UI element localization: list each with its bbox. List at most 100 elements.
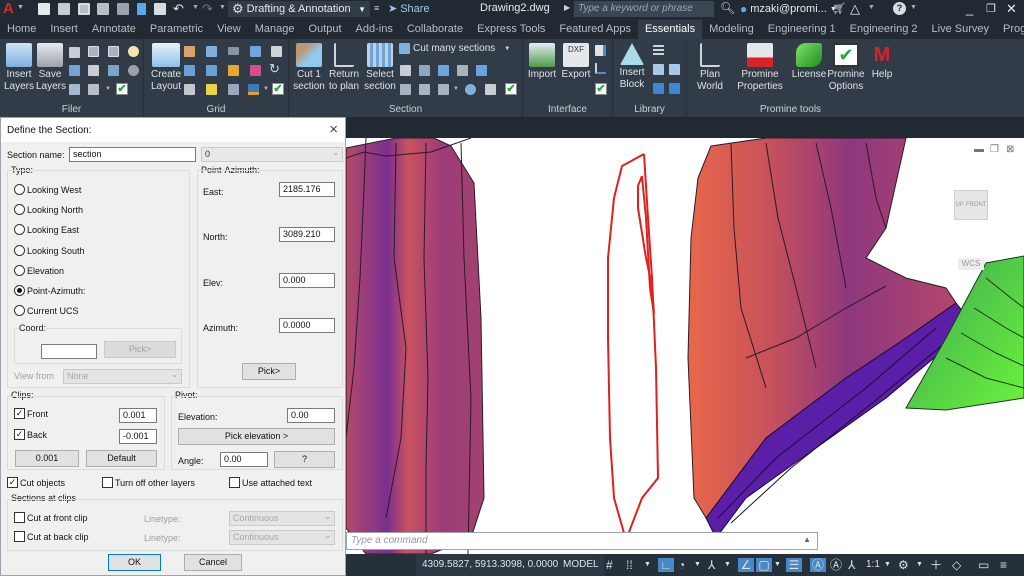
default-button[interactable]: Default xyxy=(86,450,157,467)
open-folder-icon[interactable] xyxy=(69,47,80,58)
front-clip-input[interactable]: 0.001 xyxy=(119,408,157,423)
tab-home[interactable]: Home xyxy=(0,20,43,39)
object-snap-tracking-icon[interactable]: ∠ xyxy=(738,558,754,572)
interface-tool-icon[interactable] xyxy=(595,63,606,74)
save-as-icon[interactable] xyxy=(97,3,109,15)
front-checkbox[interactable]: ✓ Front xyxy=(14,408,48,419)
cut-at-back-clip-checkbox[interactable]: Cut at back clip xyxy=(14,531,89,542)
help-icon[interactable]: ? xyxy=(893,2,906,15)
promine-properties-button[interactable]: Promine Properties xyxy=(735,43,785,93)
plan-world-button[interactable]: Plan World xyxy=(693,43,727,93)
coord-input[interactable] xyxy=(41,344,97,359)
radio-elevation[interactable]: Elevation xyxy=(14,265,64,276)
check-icon[interactable]: ✔ xyxy=(505,83,517,95)
cancel-button[interactable]: Cancel xyxy=(184,554,242,571)
ucs-menu[interactable]: WCS xyxy=(958,258,984,270)
refresh-icon[interactable]: ↻ xyxy=(269,61,280,77)
section-tool-icon[interactable] xyxy=(438,84,449,95)
cut-1-section-button[interactable]: Cut 1 section xyxy=(291,43,327,93)
view-from-select[interactable]: None ⌄ xyxy=(63,369,182,384)
angle-input[interactable]: 0.00 xyxy=(220,452,268,467)
library-tool-icon[interactable] xyxy=(653,83,664,94)
north-input[interactable]: 3089.210 xyxy=(279,227,335,242)
section-list-icon[interactable] xyxy=(485,84,496,95)
gear-icon[interactable]: ⚙ xyxy=(898,558,909,572)
layer-copy-icon[interactable] xyxy=(69,65,80,76)
pivot-elevation-input[interactable]: 0.00 xyxy=(287,408,335,423)
chevron-down-icon[interactable]: ▼ xyxy=(916,558,923,572)
tab-parametric[interactable]: Parametric xyxy=(143,20,210,39)
chevron-down-icon[interactable]: ▼ xyxy=(694,558,701,572)
pick-elevation-button[interactable]: Pick elevation > xyxy=(178,428,335,445)
library-tool-icon[interactable] xyxy=(653,64,664,75)
tab-insert[interactable]: Insert xyxy=(43,20,85,39)
chevron-down-icon[interactable]: ▼ xyxy=(884,558,891,572)
autodesk-app-store-icon[interactable]: △ xyxy=(850,1,860,17)
select-section-button[interactable]: Select section xyxy=(362,43,398,93)
viewcube-up-face[interactable]: UP xyxy=(955,202,963,208)
close-icon[interactable]: × xyxy=(329,121,338,138)
turn-off-other-layers-checkbox[interactable]: Turn off other layers xyxy=(102,477,195,488)
cut-at-front-clip-checkbox[interactable]: Cut at front clip xyxy=(14,512,88,523)
grid-tool-icon[interactable] xyxy=(184,46,195,57)
annotation-visibility-icon[interactable]: Ⓐ xyxy=(810,558,826,572)
import-button[interactable]: Import xyxy=(525,43,559,81)
search-icon[interactable]: 🔍︎ xyxy=(720,1,735,15)
customize-qat-icon[interactable]: ≡ xyxy=(374,3,379,13)
angle-help-button[interactable]: ? xyxy=(274,451,335,468)
layer-move-icon[interactable] xyxy=(88,65,99,76)
use-attached-text-checkbox[interactable]: Use attached text xyxy=(229,477,312,488)
grid-label-icon[interactable] xyxy=(228,47,239,55)
section-tool-icon[interactable] xyxy=(457,65,468,76)
preset-clip-button[interactable]: 0.001 xyxy=(15,450,79,467)
floppy-icon[interactable] xyxy=(88,46,99,57)
viewcube[interactable]: UP FRONT xyxy=(954,190,988,220)
cut-objects-checkbox[interactable]: ✓ Cut objects xyxy=(7,477,65,488)
grid-table-icon[interactable] xyxy=(250,46,261,57)
tab-collaborate[interactable]: Collaborate xyxy=(400,20,470,39)
lightbulb-off-icon[interactable] xyxy=(128,65,139,76)
lightbulb-icon[interactable] xyxy=(128,46,139,57)
grid-doc-icon[interactable] xyxy=(184,84,195,95)
user-account-menu[interactable]: ● mzaki@promi... ▼ xyxy=(740,2,837,16)
tab-view[interactable]: View xyxy=(210,20,248,39)
grid-merge-icon[interactable] xyxy=(206,65,217,76)
section-tool-icon[interactable] xyxy=(400,65,411,76)
isolate-objects-icon[interactable]: ◇ xyxy=(952,558,961,572)
grid-print-icon[interactable] xyxy=(271,46,282,57)
chevron-down-icon[interactable]: ▼ xyxy=(453,86,459,92)
license-button[interactable]: License xyxy=(791,43,827,81)
tab-annotate[interactable]: Annotate xyxy=(85,20,143,39)
library-list-icon[interactable] xyxy=(653,45,664,56)
tab-express-tools[interactable]: Express Tools xyxy=(470,20,552,39)
grid-pencil-icon[interactable] xyxy=(206,84,217,95)
object-snap-icon[interactable]: ▢ xyxy=(756,558,772,572)
chevron-down-icon[interactable]: ▼ xyxy=(644,558,651,572)
section-tool-icon[interactable] xyxy=(438,65,449,76)
tab-manage[interactable]: Manage xyxy=(248,20,302,39)
tab-engineering-2[interactable]: Engineering 2 xyxy=(843,20,925,39)
tab-progeox[interactable]: Progeox xyxy=(996,20,1024,39)
viewcube-front-face[interactable]: FRONT xyxy=(966,202,987,208)
section-name-input[interactable]: section xyxy=(69,147,196,162)
tab-essentials[interactable]: Essentials xyxy=(637,20,703,39)
radio-current-ucs[interactable]: Current UCS xyxy=(14,305,79,316)
chevron-down-icon[interactable]: ▼ xyxy=(105,86,111,92)
viewport-restore-icon[interactable]: ❐ xyxy=(990,144,999,155)
layer-list-icon[interactable] xyxy=(108,65,119,76)
save-layers-button[interactable]: Save Layers xyxy=(36,43,66,93)
search-input[interactable]: Type a keyword or phrase xyxy=(574,1,714,17)
workspace-switcher[interactable]: ⚙ Drafting & Annotation ▼ xyxy=(228,1,370,17)
customize-menu-icon[interactable]: ≡ xyxy=(1000,558,1007,572)
promine-options-button[interactable]: ✔ Promine Options xyxy=(827,43,865,93)
redo-dropdown-icon[interactable]: ▼ xyxy=(219,4,226,11)
tab-engineering-1[interactable]: Engineering 1 xyxy=(761,20,843,39)
redo-icon[interactable]: ↷ xyxy=(202,1,213,17)
command-history-icon[interactable]: ▲ xyxy=(803,535,811,544)
help-button[interactable]: M Help xyxy=(867,43,897,81)
grid-icon[interactable]: # xyxy=(606,558,613,572)
cut-many-sections-button[interactable]: Cut many sections ▼ xyxy=(399,43,510,54)
command-line-input[interactable]: Type a command ▲ xyxy=(346,532,818,550)
polar-icon[interactable]: ◔ xyxy=(678,558,685,572)
isodraft-icon[interactable]: ⅄ xyxy=(708,558,715,572)
